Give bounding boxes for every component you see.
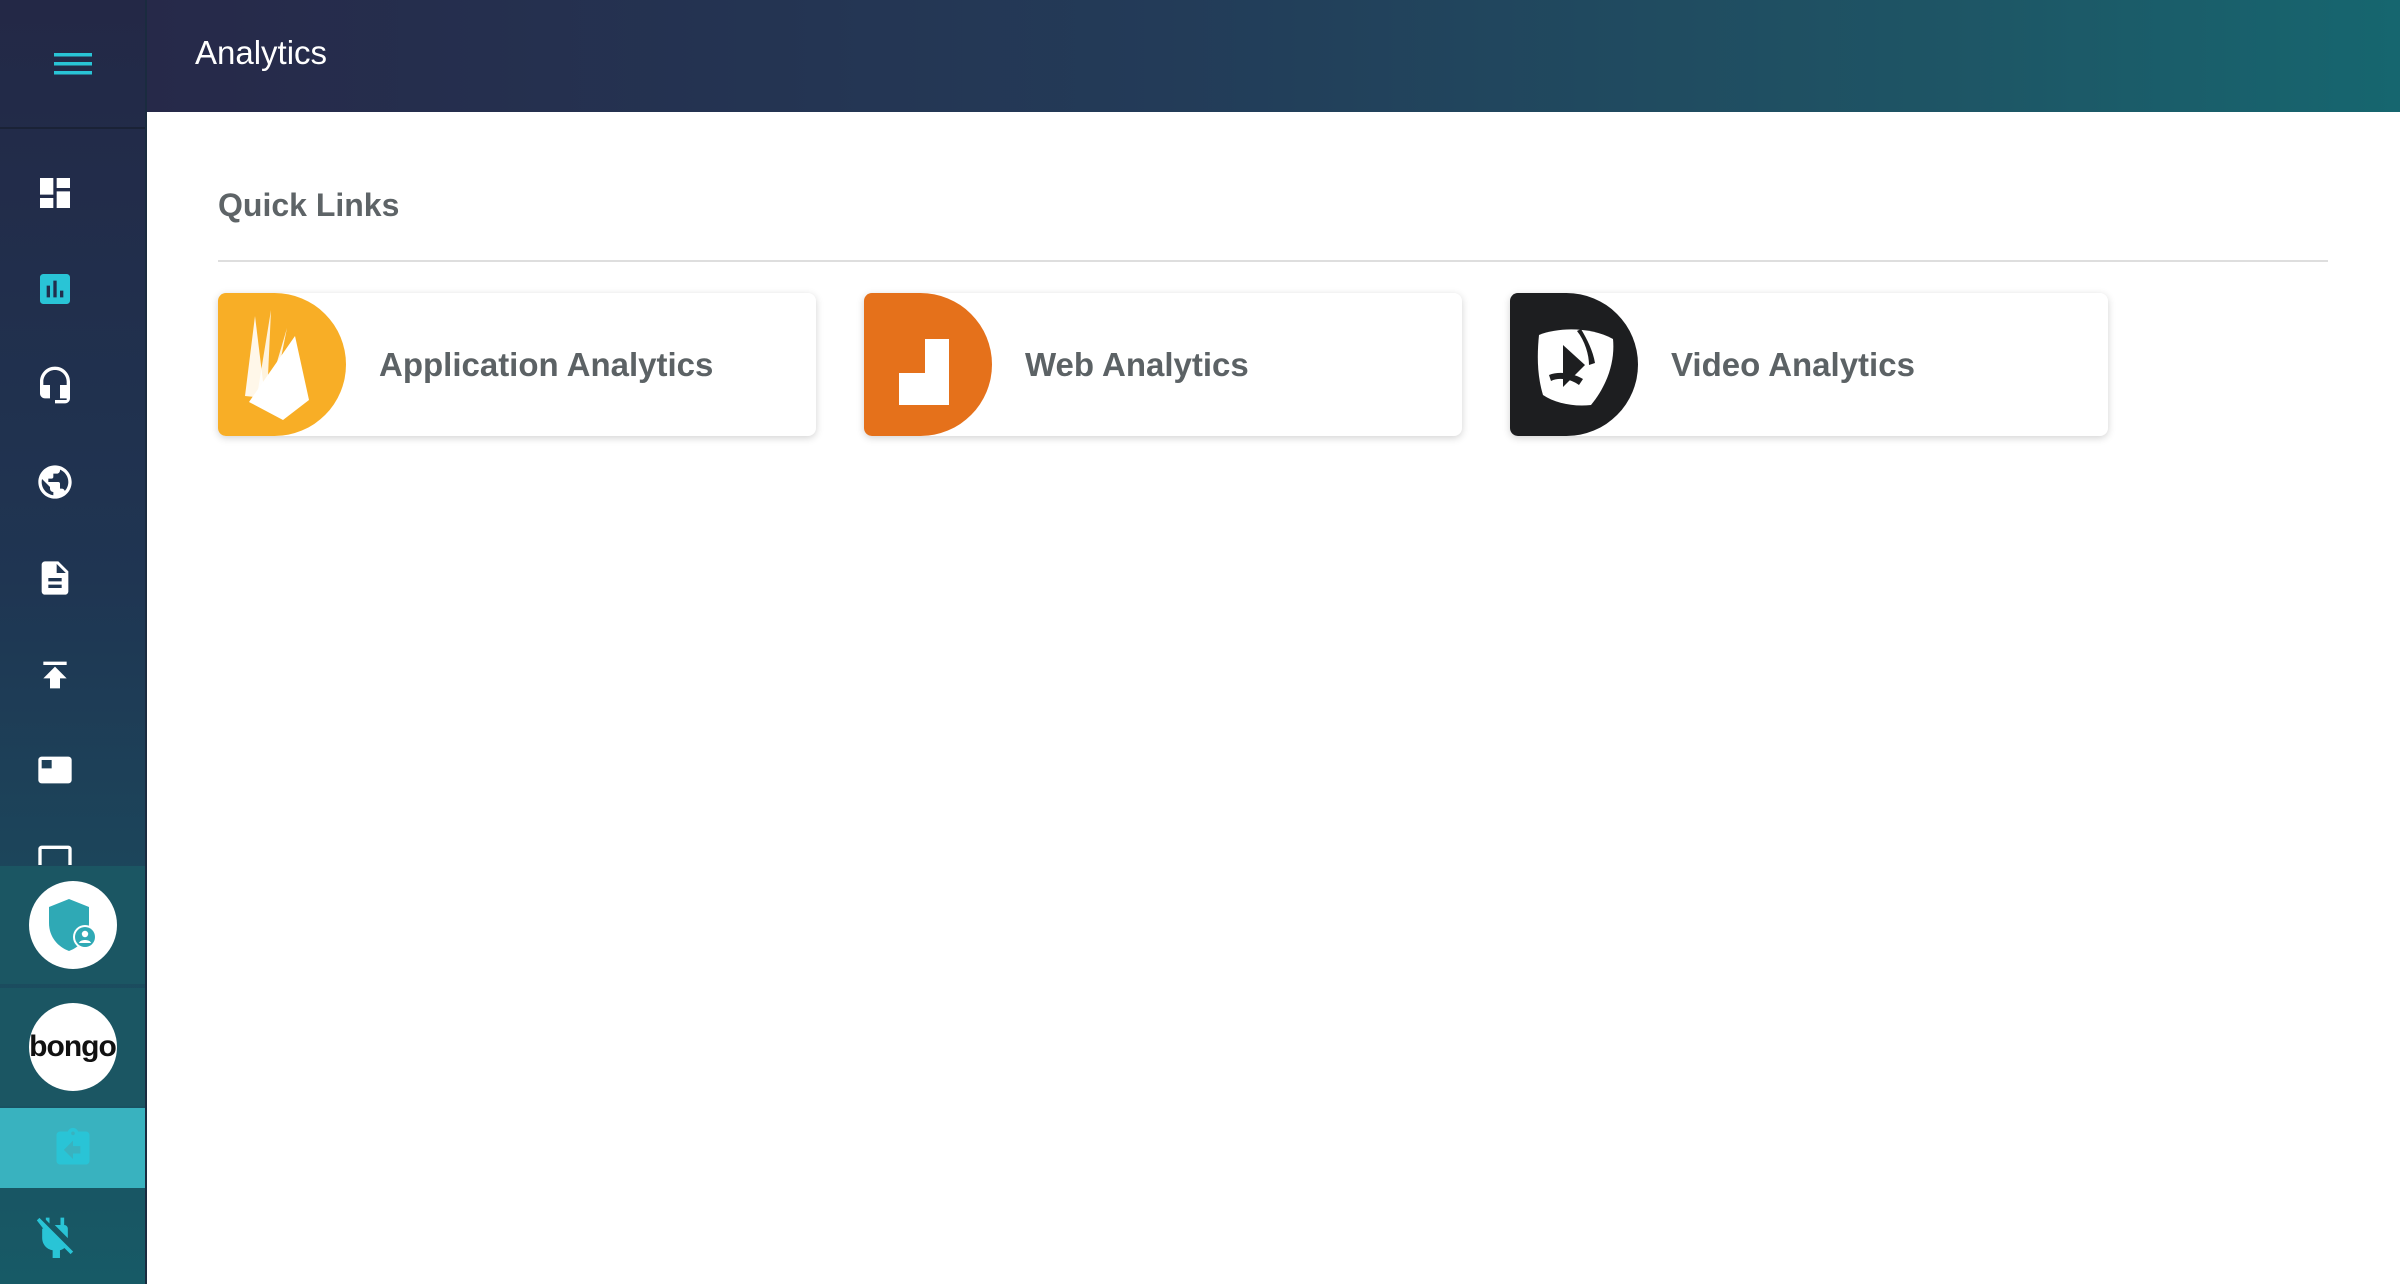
bar-chart-icon [40, 274, 70, 304]
video-analytics-icon [1537, 328, 1614, 406]
section-title: Quick Links [218, 187, 400, 223]
matomo-icon [899, 338, 949, 405]
admin-avatar[interactable] [28, 881, 117, 969]
sidebar: bongo [0, 0, 147, 1284]
quick-link-video-analytics[interactable]: Video Analytics [1510, 293, 2108, 436]
card-label: Application Analytics [379, 345, 714, 383]
firebase-icon [245, 309, 309, 420]
headset-icon [40, 366, 70, 404]
sidebar-plugin-button[interactable] [0, 1188, 110, 1284]
sidebar-item-analytics[interactable] [0, 254, 110, 324]
dashboard-icon [40, 178, 70, 208]
bongo-logo[interactable]: bongo [28, 1003, 117, 1091]
quick-link-web-analytics[interactable]: Web Analytics [864, 293, 1462, 436]
admin-shield-icon [48, 899, 97, 951]
sidebar-item-dashboard[interactable] [0, 158, 110, 228]
back-clipboard-icon [56, 1127, 89, 1165]
globe-icon [38, 465, 72, 499]
media-icon [38, 756, 72, 784]
upload-icon [43, 661, 67, 689]
card-logo [864, 293, 992, 436]
sidebar-back-button[interactable] [0, 1108, 145, 1188]
card-label: Video Analytics [1671, 345, 1915, 383]
card-label: Web Analytics [1025, 345, 1249, 383]
sidebar-item-support[interactable] [0, 350, 110, 420]
screen-icon [38, 845, 72, 865]
plugin-off-icon [36, 1217, 74, 1258]
sidebar-item-upload[interactable] [0, 640, 110, 710]
hamburger-icon[interactable] [52, 49, 94, 79]
document-icon [41, 561, 69, 595]
brand-profile[interactable]: bongo [0, 988, 145, 1106]
admin-profile[interactable] [0, 866, 145, 984]
menu-toggle[interactable] [0, 0, 145, 129]
sidebar-item-documents[interactable] [0, 543, 110, 613]
bongo-logo-text: bongo [29, 1030, 116, 1063]
sidebar-item-media[interactable] [0, 735, 110, 805]
card-logo [1510, 293, 1638, 436]
quick-link-application-analytics[interactable]: Application Analytics [218, 293, 816, 436]
section-divider [218, 260, 2328, 262]
page-title: Analytics [195, 34, 328, 71]
main-content: Quick Links Application Analytics Web An… [147, 112, 2400, 1284]
sidebar-item-web[interactable] [0, 447, 110, 517]
top-header: Analytics [147, 0, 2400, 112]
sidebar-item-screen[interactable] [0, 823, 110, 865]
card-logo [218, 293, 346, 436]
